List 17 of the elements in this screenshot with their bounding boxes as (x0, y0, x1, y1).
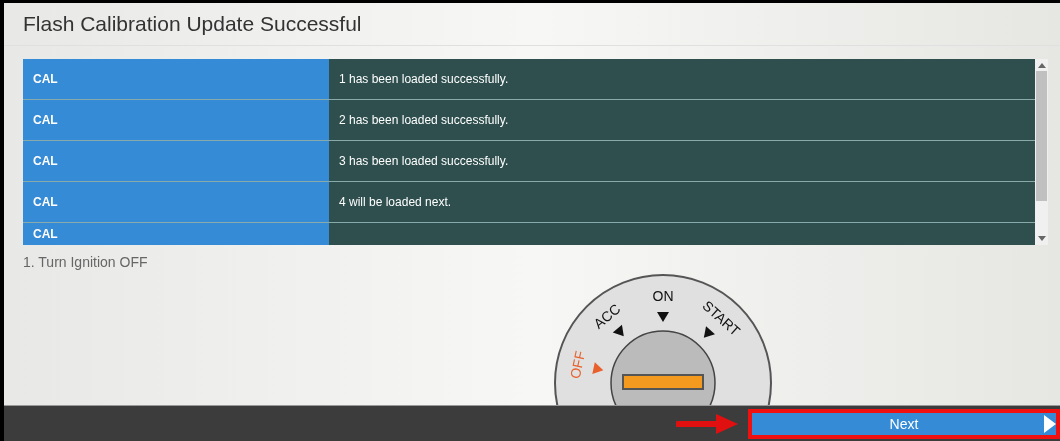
arrow-icon (676, 412, 740, 435)
table-cell: 3 has been loaded successfully. (329, 141, 1035, 181)
table-cell: CAL (23, 100, 329, 140)
table-cell: CAL (23, 182, 329, 222)
scrollbar[interactable] (1035, 59, 1048, 245)
scroll-up-icon[interactable] (1037, 63, 1046, 68)
instruction-text: 1. Turn Ignition OFF (23, 254, 148, 270)
table-cell: 2 has been loaded successfully. (329, 100, 1035, 140)
table-cell: CAL (23, 141, 329, 181)
table-cell: CAL (23, 59, 329, 99)
scroll-down-icon[interactable] (1037, 236, 1046, 241)
window-title: Flash Calibration Update Successful (23, 12, 362, 36)
table-cell: 1 has been loaded successfully. (329, 59, 1035, 99)
table-cell: CAL (23, 223, 329, 245)
next-button[interactable]: Next (748, 408, 1060, 439)
table-cell: 4 will be loaded next. (329, 182, 1035, 222)
play-icon (1044, 414, 1056, 433)
